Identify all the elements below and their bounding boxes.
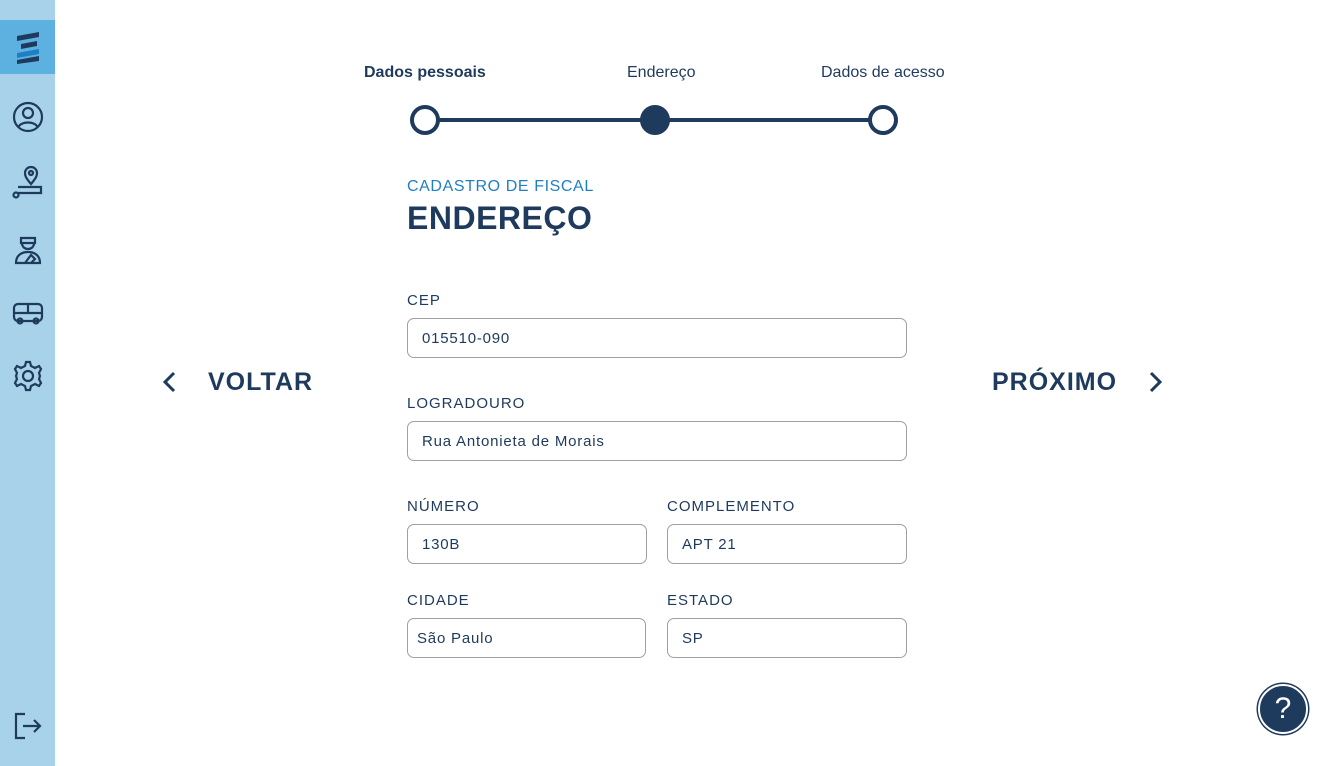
form-subtitle: CADASTRO DE FISCAL	[407, 178, 594, 195]
logradouro-field[interactable]	[407, 421, 907, 461]
complemento-field[interactable]	[667, 524, 907, 564]
next-button[interactable]: PRÓXIMO	[992, 362, 1167, 402]
estado-field[interactable]	[667, 618, 907, 658]
complemento-label: COMPLEMENTO	[667, 498, 796, 515]
map-pin-route-icon[interactable]	[8, 162, 48, 202]
step-connector	[438, 118, 644, 122]
help-button[interactable]: ?	[1258, 684, 1308, 734]
question-mark-icon: ?	[1274, 692, 1292, 725]
step-dot-dados-pessoais[interactable]	[410, 105, 440, 135]
back-button-label: VOLTAR	[208, 367, 314, 396]
step-label-dados-de-acesso: Dados de acesso	[821, 64, 945, 81]
inspector-person-icon[interactable]	[8, 228, 48, 268]
step-dot-endereco[interactable]	[640, 105, 670, 135]
logout-icon[interactable]	[8, 706, 48, 746]
cidade-label: CIDADE	[407, 592, 470, 609]
cep-field[interactable]	[407, 318, 907, 358]
back-button[interactable]: VOLTAR	[158, 362, 313, 402]
gear-icon[interactable]	[8, 356, 48, 396]
user-circle-icon[interactable]	[8, 97, 48, 137]
step-label-dados-pessoais: Dados pessoais	[364, 64, 486, 81]
bus-icon[interactable]	[8, 292, 48, 332]
form-title: ENDEREÇO	[407, 200, 593, 236]
step-label-endereco: Endereço	[627, 64, 696, 81]
step-dot-dados-de-acesso[interactable]	[868, 105, 898, 135]
numero-field[interactable]	[407, 524, 647, 564]
logradouro-label: LOGRADOURO	[407, 395, 526, 412]
chevron-left-icon	[158, 370, 182, 394]
sidebar	[0, 0, 55, 766]
brand-logo-icon[interactable]	[0, 20, 55, 74]
cidade-field[interactable]	[407, 618, 646, 658]
numero-label: NÚMERO	[407, 498, 480, 515]
step-connector	[668, 118, 870, 122]
next-button-label: PRÓXIMO	[992, 367, 1118, 396]
cep-label: CEP	[407, 292, 441, 309]
estado-label: ESTADO	[667, 592, 734, 609]
chevron-right-icon	[1143, 370, 1167, 394]
